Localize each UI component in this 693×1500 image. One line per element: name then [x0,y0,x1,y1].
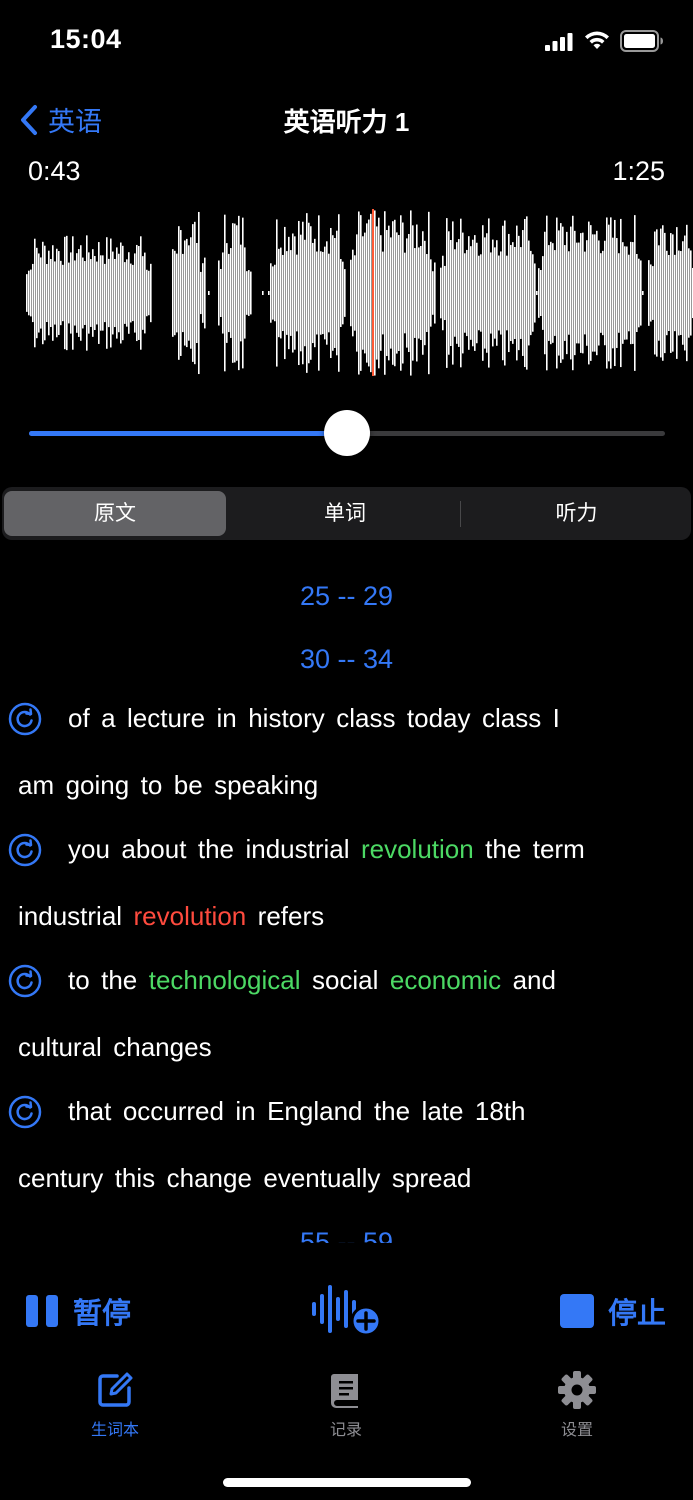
transcript-line[interactable]: you about the industrial revolution the term [68,834,596,865]
pause-button[interactable]: 暂停 [25,1290,131,1332]
tab-label: 记录 [329,1422,362,1439]
transcript-word[interactable]: going [66,770,130,800]
stop-icon [560,1294,594,1328]
transcript-word[interactable]: 18th [475,1096,526,1126]
transcript-word[interactable]: am [18,770,54,800]
tab-records[interactable]: 记录 [286,1370,406,1440]
stop-label: 停止 [608,1298,667,1330]
transcript-word[interactable]: changes [113,1032,211,1062]
transcript-word[interactable]: in [217,703,237,733]
transcript-word[interactable]: of [68,703,90,733]
status-time: 15:04 [50,24,122,54]
playhead-line [372,209,374,376]
pause-icon [26,1295,58,1327]
total-time: 1:25 [612,156,665,186]
transcript-word[interactable]: a [101,703,115,733]
transcript-word[interactable]: you [68,834,110,864]
transcript-word[interactable]: to [68,965,90,995]
segmented-control: 原文 单词 听力 [2,487,691,540]
transcript-word[interactable]: eventually [263,1163,380,1193]
transcript-word[interactable]: I [553,703,560,733]
add-audio-icon[interactable] [312,1285,382,1337]
transcript-word[interactable]: term [533,834,585,864]
transcript-word[interactable]: history [248,703,325,733]
transcript-line[interactable]: am going to be speaking [18,770,330,801]
transcript-word[interactable]: in [235,1096,255,1126]
transcript-word[interactable]: occurred [123,1096,224,1126]
transcript-word[interactable]: the [198,834,234,864]
wifi-icon [585,31,609,49]
replay-icon[interactable] [8,964,42,998]
transcript-line[interactable]: to the technological social economic and [68,965,567,996]
transcript-word[interactable]: century [18,1163,103,1193]
tab-vocabulary[interactable]: 生词本 [55,1370,175,1440]
transcript-line[interactable]: cultural changes [18,1032,223,1063]
transcript-word[interactable]: the [101,965,137,995]
gear-icon [558,1371,596,1409]
transcript-word[interactable]: today [407,703,471,733]
battery-icon [620,30,663,52]
transcript-word[interactable]: change [167,1163,252,1193]
tab-settings[interactable]: 设置 [517,1370,637,1440]
tab-label: 生词本 [90,1422,139,1439]
segment-range[interactable]: 30 -- 34 [0,644,693,675]
home-indicator [223,1478,471,1487]
transcript-word[interactable]: late [422,1096,464,1126]
transcript-word[interactable]: economic [390,965,501,995]
tab-label: 设置 [560,1422,593,1439]
transcript-word[interactable]: that [68,1096,111,1126]
waveform-bars [26,210,693,376]
transcript-word[interactable]: this [115,1163,155,1193]
transcript-word[interactable]: England [267,1096,362,1126]
edit-icon [98,1372,133,1407]
transcript-word[interactable]: speaking [214,770,318,800]
transcript-word[interactable]: lecture [127,703,205,733]
replay-icon[interactable] [8,1095,42,1129]
transcript-word[interactable]: and [513,965,556,995]
book-icon [331,1374,358,1408]
pause-label: 暂停 [73,1298,132,1330]
transcript-word[interactable]: refers [258,901,324,931]
transcript-line[interactable]: century this change eventually spread [18,1163,483,1194]
transcript-line[interactable]: that occurred in England the late 18th [68,1096,537,1127]
progress-thumb[interactable] [324,410,370,456]
tab-words[interactable]: 单词 [232,491,458,536]
transcript-word[interactable]: to [141,770,163,800]
transcript-word[interactable]: the [485,834,521,864]
transcript-word[interactable]: technological [149,965,301,995]
transcript-word[interactable]: spread [392,1163,472,1193]
transcript-word[interactable]: be [174,770,203,800]
audio-waveform[interactable] [0,205,693,380]
transcript-word[interactable]: social [312,965,378,995]
signal-icon [545,33,573,51]
segment-range[interactable]: 25 -- 29 [0,581,693,612]
transcript-line[interactable]: industrial revolution refers [18,901,336,932]
stop-button[interactable]: 停止 [560,1290,666,1332]
transcript-word[interactable]: about [121,834,186,864]
transcript-line[interactable]: of a lecture in history class today class I [68,703,571,734]
transcript-word[interactable]: cultural [18,1032,102,1062]
segment-range[interactable]: 55 -- 59 [0,1227,693,1243]
current-time: 0:43 [28,156,81,186]
tab-listening[interactable]: 听力 [464,491,689,536]
segment-divider [460,501,461,527]
replay-icon[interactable] [8,702,42,736]
replay-icon[interactable] [8,833,42,867]
transcript-word[interactable]: the [374,1096,410,1126]
transcript-word[interactable]: revolution [134,901,247,931]
transcript-word[interactable]: industrial [18,901,122,931]
page-title: 英语听力 1 [283,107,410,137]
transcript-word[interactable]: class [336,703,395,733]
transcript-word[interactable]: industrial [245,834,349,864]
transcript-word[interactable]: class [482,703,541,733]
transcript-word[interactable]: revolution [361,834,474,864]
progress-fill [29,431,347,436]
transcript-list[interactable]: 25 -- 29 30 -- 34 of a lecture in history cla… [0,565,693,1243]
tab-original-text[interactable]: 原文 [4,491,226,536]
